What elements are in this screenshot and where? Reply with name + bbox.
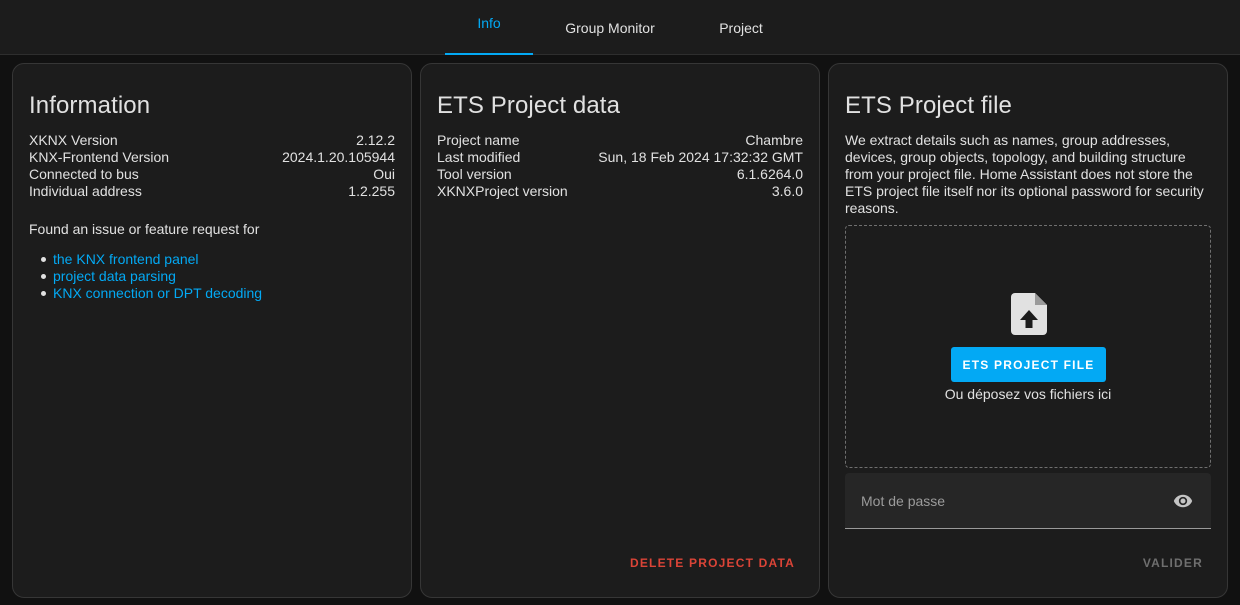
info-key: XKNX Version — [29, 132, 118, 148]
project-file-title: ETS Project file — [845, 92, 1012, 119]
project-key: Project name — [437, 132, 520, 148]
delete-project-data-button[interactable]: DELETE PROJECT DATA — [630, 556, 795, 570]
tab-info-label: Info — [477, 14, 501, 31]
top-tab-bar: Info Group Monitor Project — [0, 0, 1240, 55]
info-row-xknx-version: XKNX Version 2.12.2 — [29, 132, 395, 149]
info-key: Connected to bus — [29, 166, 139, 182]
project-file-card: ETS Project file We extract details such… — [828, 63, 1228, 598]
eye-icon[interactable] — [1173, 491, 1193, 511]
link-knx-connection[interactable]: KNX connection or DPT decoding — [53, 285, 262, 301]
project-row-xknxproject-version: XKNXProject version 3.6.0 — [437, 183, 803, 200]
list-item: KNX connection or DPT decoding — [40, 285, 262, 302]
info-value: 2024.1.20.105944 — [282, 149, 395, 165]
info-row-frontend-version: KNX-Frontend Version 2024.1.20.105944 — [29, 149, 395, 166]
upload-ets-file-button[interactable]: ETS PROJECT FILE — [951, 347, 1106, 382]
info-key: Individual address — [29, 183, 142, 199]
info-value: Oui — [373, 166, 395, 182]
tab-group-monitor-label: Group Monitor — [565, 19, 655, 36]
password-input[interactable] — [861, 473, 1151, 528]
drop-text: Ou déposez vos fichiers ici — [944, 386, 1112, 402]
project-value: Sun, 18 Feb 2024 17:32:32 GMT — [598, 149, 803, 165]
information-table: XKNX Version 2.12.2 KNX-Frontend Version… — [29, 132, 395, 200]
project-row-name: Project name Chambre — [437, 132, 803, 149]
project-value: 3.6.0 — [771, 183, 803, 199]
project-value: 6.1.6264.0 — [736, 166, 803, 182]
project-row-tool-version: Tool version 6.1.6264.0 — [437, 166, 803, 183]
information-card: Information XKNX Version 2.12.2 KNX-Fron… — [12, 63, 412, 598]
project-data-title: ETS Project data — [437, 92, 621, 119]
password-field[interactable] — [845, 473, 1211, 529]
info-value: 1.2.255 — [348, 183, 395, 199]
info-row-connected: Connected to bus Oui — [29, 166, 395, 183]
project-data-card: ETS Project data Project name Chambre La… — [420, 63, 820, 598]
file-upload-icon — [1011, 293, 1047, 335]
project-key: Tool version — [437, 166, 512, 182]
project-key: Last modified — [437, 149, 521, 165]
list-item: the KNX frontend panel — [40, 251, 262, 268]
info-row-individual-address: Individual address 1.2.255 — [29, 183, 395, 200]
project-file-description: We extract details such as names, group … — [845, 132, 1204, 216]
project-value: Chambre — [745, 132, 803, 148]
info-key: KNX-Frontend Version — [29, 149, 170, 165]
tab-project[interactable]: Project — [700, 0, 782, 55]
project-data-table: Project name Chambre Last modified Sun, … — [437, 132, 803, 200]
link-frontend-panel[interactable]: the KNX frontend panel — [53, 251, 199, 267]
tab-project-label: Project — [719, 19, 763, 36]
project-row-last-modified: Last modified Sun, 18 Feb 2024 17:32:32 … — [437, 149, 803, 166]
information-title: Information — [29, 92, 151, 119]
list-item: project data parsing — [40, 268, 262, 285]
validate-button[interactable]: VALIDER — [1143, 556, 1203, 570]
info-value: 2.12.2 — [356, 132, 395, 148]
project-key: XKNXProject version — [437, 183, 568, 199]
tab-info[interactable]: Info — [445, 0, 533, 55]
tab-group-monitor[interactable]: Group Monitor — [550, 0, 670, 55]
issue-text: Found an issue or feature request for — [29, 221, 260, 237]
file-dropzone[interactable]: ETS PROJECT FILE Ou déposez vos fichiers… — [845, 225, 1211, 468]
issue-links-list: the KNX frontend panel project data pars… — [40, 251, 262, 302]
link-project-data-parsing[interactable]: project data parsing — [53, 268, 176, 284]
